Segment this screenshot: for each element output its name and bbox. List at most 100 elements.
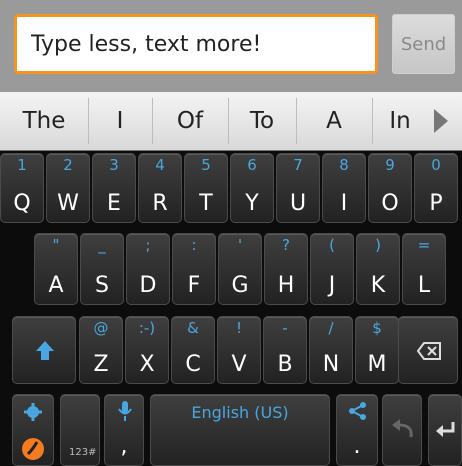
key-q[interactable]: 1Q: [0, 153, 44, 223]
key-s[interactable]: _ S: [80, 233, 124, 305]
key-hint: 2: [63, 156, 73, 174]
key-l[interactable]: = L: [402, 233, 446, 305]
key-h[interactable]: ? H: [264, 233, 308, 305]
key-hint: 7: [293, 156, 303, 174]
key-g[interactable]: ' G: [218, 233, 262, 305]
key-w[interactable]: 2W: [46, 153, 90, 223]
key-y[interactable]: 6Y: [230, 153, 274, 223]
key-letter: U: [289, 191, 307, 216]
message-input-wrapper[interactable]: [14, 14, 378, 74]
key-letter: O: [381, 191, 399, 216]
suggestion-bar: The I Of To A In: [0, 92, 462, 151]
key-p[interactable]: 0P: [414, 153, 458, 223]
comma-label: ,: [120, 434, 128, 459]
key-hint: 4: [155, 156, 165, 174]
backspace-key[interactable]: [398, 316, 458, 384]
key-hint: =: [417, 236, 431, 254]
suggestion-item[interactable]: To: [228, 92, 296, 150]
comma-key[interactable]: ,: [104, 394, 144, 466]
key-letter: S: [95, 273, 109, 298]
key-letter: M: [367, 352, 387, 377]
key-hint: _: [98, 236, 106, 254]
shift-key[interactable]: [12, 316, 76, 384]
key-o[interactable]: 9O: [368, 153, 412, 223]
key-letter: J: [328, 273, 336, 298]
suggestion-item[interactable]: The: [0, 92, 88, 150]
key-f[interactable]: :F: [172, 233, 216, 305]
key-letter: A: [48, 273, 64, 298]
key-e[interactable]: 3E: [92, 153, 136, 223]
key-hint: 8: [339, 156, 349, 174]
key-r[interactable]: 4R: [138, 153, 182, 223]
key-k[interactable]: ) K: [356, 233, 400, 305]
space-language-label: English (US): [191, 403, 289, 422]
key-letter: Z: [93, 352, 109, 377]
suggestion-divider: [228, 98, 229, 144]
key-letter: Y: [245, 191, 259, 216]
enter-key[interactable]: [428, 394, 462, 466]
key-hint: ": [52, 236, 60, 254]
key-hint: -: [282, 319, 288, 337]
key-letter: P: [429, 191, 443, 216]
key-t[interactable]: 5T: [184, 153, 228, 223]
keyboard: 123# , English (US) . 1 Q 2 W 3 E 4 R 5 …: [0, 151, 462, 466]
undo-key[interactable]: [382, 394, 422, 466]
compose-bar: Send: [0, 0, 462, 92]
key-letter: T: [199, 191, 213, 216]
key-j[interactable]: (J: [310, 233, 354, 305]
mic-icon: [118, 401, 132, 421]
suggestion-item[interactable]: I: [88, 92, 152, 150]
key-a[interactable]: " A: [34, 233, 78, 305]
backspace-icon: [417, 342, 441, 360]
share-icon: [349, 402, 366, 420]
key-c[interactable]: & C: [171, 316, 215, 384]
key-letter: C: [185, 352, 201, 377]
key-letter: I: [340, 191, 348, 216]
key-d[interactable]: ; D: [126, 233, 170, 305]
key-u[interactable]: 7U: [276, 153, 320, 223]
space-key[interactable]: English (US): [150, 394, 330, 466]
key-letter: D: [139, 273, 157, 298]
undo-icon: [392, 419, 413, 438]
key-i[interactable]: 8I: [322, 153, 366, 223]
key-hint: !: [235, 319, 242, 337]
key-hint: &: [187, 319, 199, 337]
settings-key[interactable]: [12, 394, 54, 466]
message-input[interactable]: [17, 17, 375, 71]
key-b[interactable]: -B: [263, 316, 307, 384]
more-suggestions-arrow-icon[interactable]: [434, 109, 448, 133]
key-v[interactable]: ! V: [217, 316, 261, 384]
key-letter: V: [231, 352, 247, 377]
suggestion-item[interactable]: In: [372, 92, 428, 150]
key-n[interactable]: / N: [309, 316, 353, 384]
key-hint: :-): [138, 319, 156, 337]
key-z[interactable]: @ Z: [79, 316, 123, 384]
numbers-key[interactable]: 123#: [60, 394, 100, 466]
key-hint: ): [375, 236, 381, 254]
key-hint: 3: [109, 156, 119, 174]
key-letter: Q: [13, 191, 31, 216]
key-letter: F: [187, 273, 201, 298]
key-letter: B: [277, 352, 293, 377]
key-hint: 5: [201, 156, 211, 174]
period-key[interactable]: .: [336, 394, 378, 466]
key-hint: $: [372, 319, 382, 337]
key-letter: W: [57, 191, 79, 216]
suggestion-item[interactable]: Of: [152, 92, 228, 150]
swype-logo-icon: [22, 438, 44, 460]
suggestion-divider: [296, 98, 297, 144]
key-letter: E: [107, 191, 121, 216]
suggestion-divider: [152, 98, 153, 144]
key-hint: ?: [282, 236, 290, 254]
key-hint: ;: [145, 236, 151, 254]
key-hint: (: [329, 236, 335, 254]
key-hint: 9: [385, 156, 395, 174]
send-button[interactable]: Send: [392, 14, 455, 74]
key-x[interactable]: :-) X: [125, 316, 169, 384]
key-letter: L: [417, 273, 431, 298]
numbers-key-label: 123#: [69, 447, 97, 458]
key-hint: 6: [247, 156, 257, 174]
key-m[interactable]: $ M: [355, 316, 399, 384]
key-letter: K: [370, 273, 386, 298]
suggestion-item[interactable]: A: [296, 92, 372, 150]
